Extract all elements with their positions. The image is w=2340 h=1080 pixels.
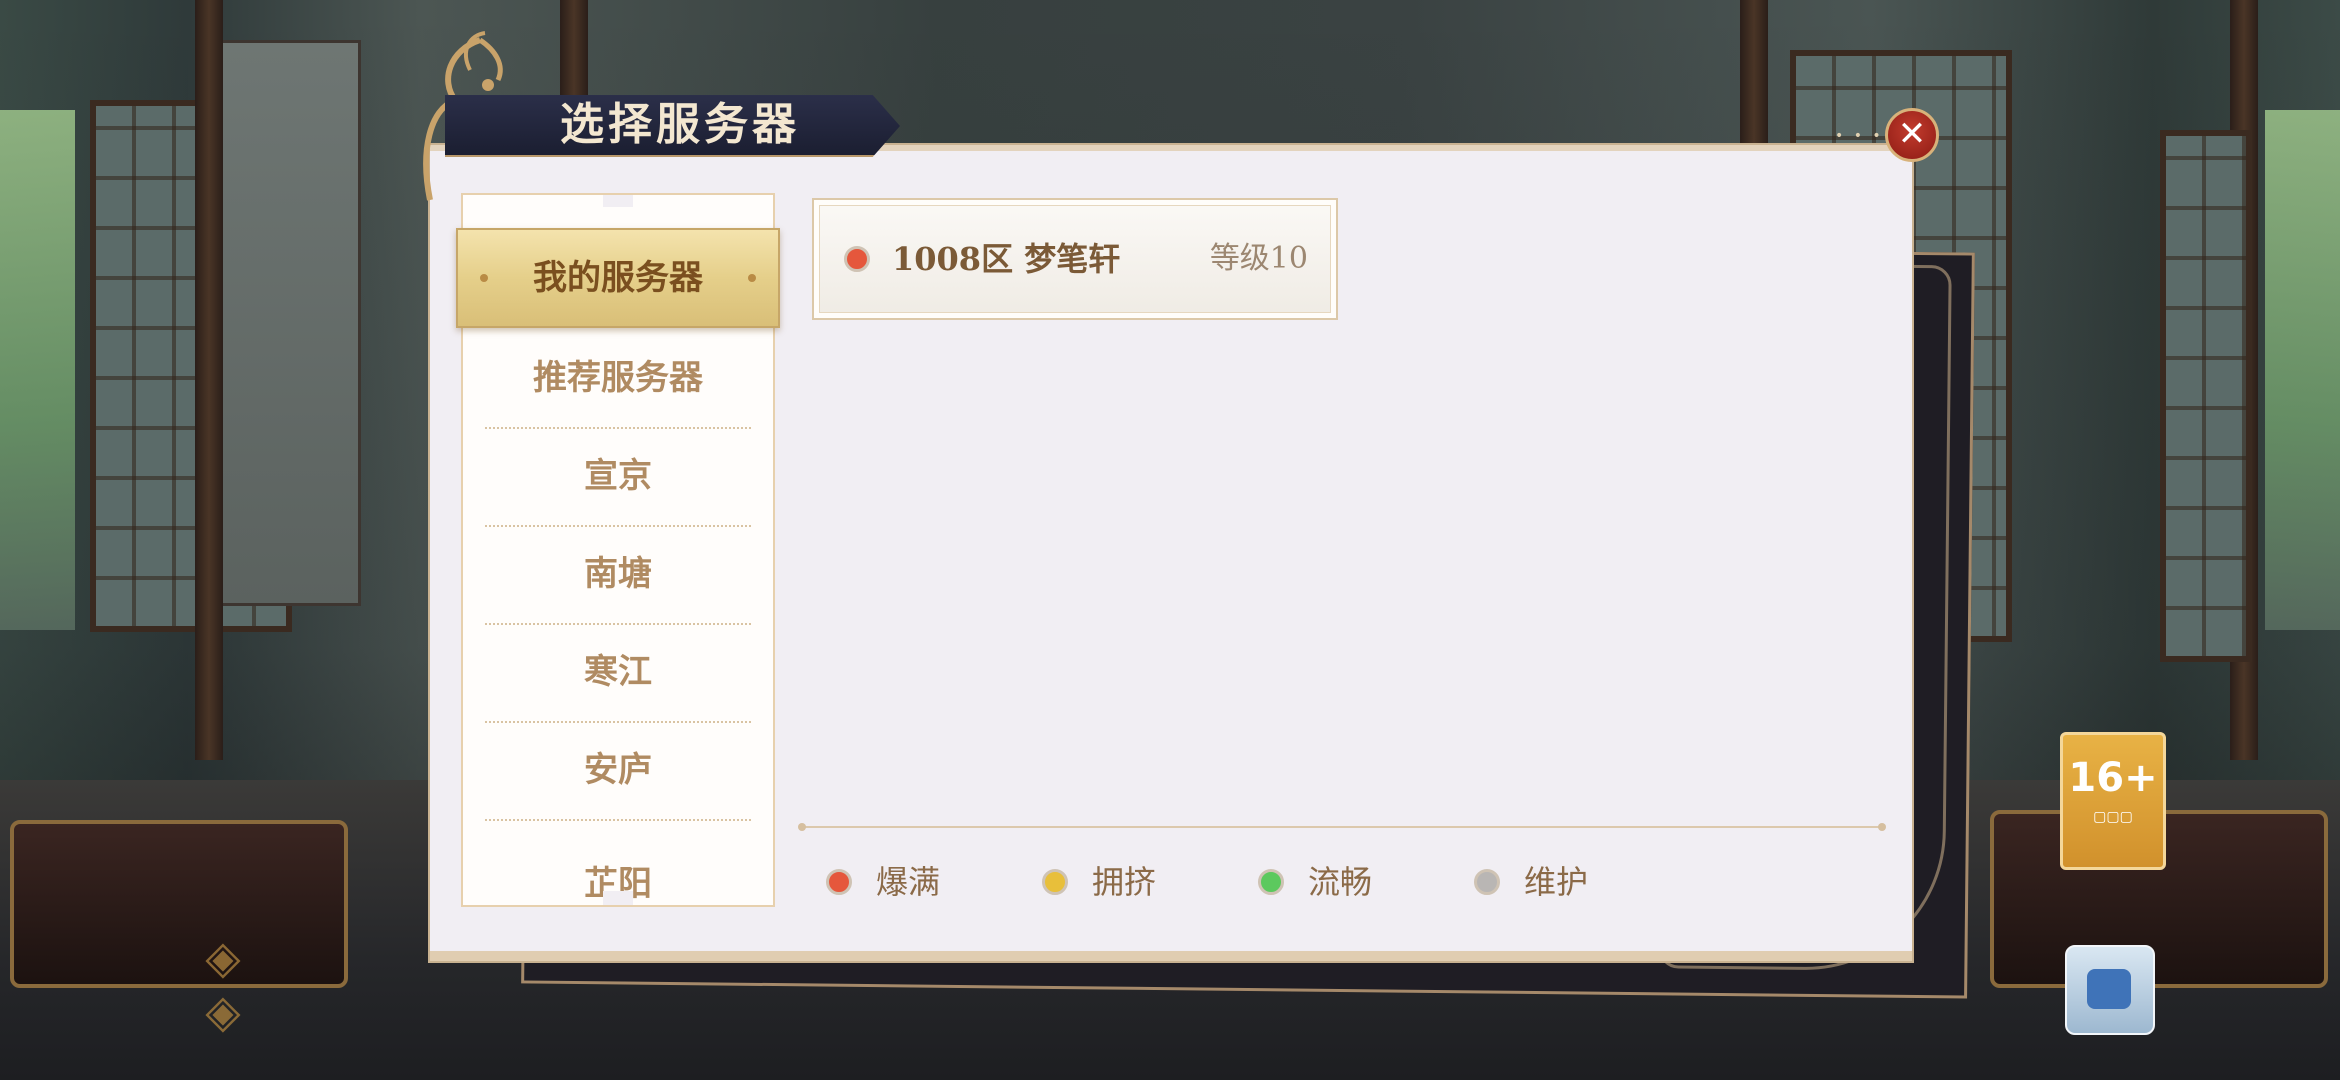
region-item-anlu[interactable]: 安庐 [485,721,751,821]
region-item-hanjiang[interactable]: 寒江 [485,623,751,723]
app-shortcut-icon[interactable] [2065,945,2155,1035]
server-status-dot [844,246,870,272]
region-item-nantang[interactable]: 南塘 [485,525,751,625]
age-rating-text: 16+ [2068,755,2158,801]
ornament-dot [480,274,488,282]
age-rating-mark: ▢▢▢ [2093,809,2133,825]
background-window [0,110,75,630]
background-lattice [2160,130,2252,662]
background-calligraphy-scroll [215,40,361,606]
server-name: 1008区 梦笔轩 [892,240,1121,278]
legend-divider [798,823,1886,831]
background-beam [195,0,223,760]
status-crowded-dot [1042,869,1068,895]
background-window [2265,110,2340,630]
legend-label: 爆满 [876,863,941,901]
legend-label: 维护 [1524,863,1589,901]
status-maintenance-dot [1474,869,1500,895]
legend-label: 拥挤 [1092,863,1157,901]
ornament-dot [748,274,756,282]
panel-notch [603,891,633,905]
region-active-label: 我的服务器 [533,258,703,298]
status-smooth-dot [1258,869,1284,895]
status-full-dot [826,869,852,895]
dialog-title: 选择服务器 [560,99,800,150]
region-item-my-servers[interactable]: 我的服务器 [456,228,780,328]
server-card[interactable]: 1008区 梦笔轩 等级10 [812,198,1338,320]
region-item-xuanjing[interactable]: 宣京 [485,427,751,527]
age-rating-badge: 16+ ▢▢▢ [2060,732,2166,870]
decorative-seal: ◈◈ [196,930,250,1038]
legend-label: 流畅 [1308,863,1373,901]
server-level: 等级10 [1209,241,1308,276]
panel-notch [603,195,633,207]
close-button[interactable]: ✕ [1885,108,1939,162]
region-item-recommended[interactable]: 推荐服务器 [485,329,751,429]
